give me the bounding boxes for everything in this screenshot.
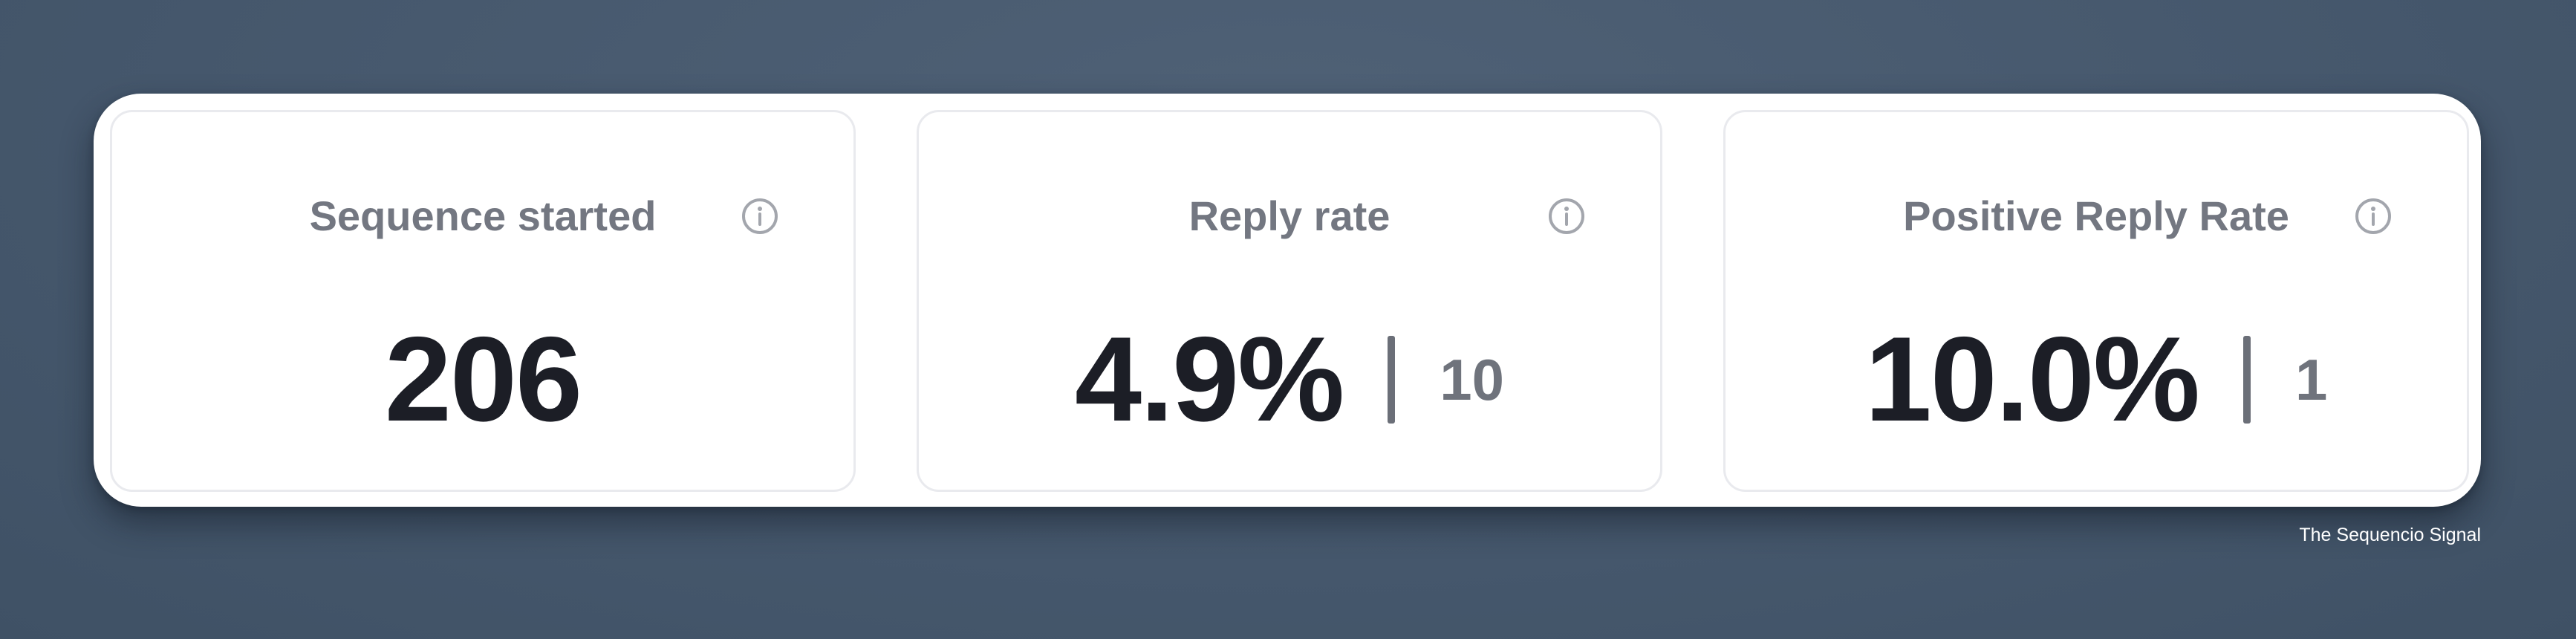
card-header: Sequence started [112, 186, 853, 246]
info-icon[interactable] [741, 197, 779, 236]
metric-value: 10.0% [1864, 312, 2200, 447]
card-header: Reply rate [919, 186, 1660, 246]
value-divider [2242, 336, 2251, 424]
metric-value: 206 [384, 312, 582, 447]
value-divider [1388, 336, 1396, 424]
card-value-row: 206 [112, 313, 853, 447]
metric-card-reply-rate: Reply rate 4.9% 10 [917, 110, 1662, 492]
info-icon[interactable] [2354, 197, 2393, 236]
card-value-row: 10.0% 1 [1726, 313, 2467, 447]
card-value-row: 4.9% 10 [919, 313, 1660, 447]
metrics-panel: Sequence started 206 Reply rate 4.9% 10 … [94, 94, 2481, 507]
metric-card-positive-reply-rate: Positive Reply Rate 10.0% 1 [1723, 110, 2469, 492]
metric-card-sequence-started: Sequence started 206 [110, 110, 856, 492]
card-header: Positive Reply Rate [1726, 186, 2467, 246]
metric-count: 1 [2294, 347, 2328, 412]
metric-value: 4.9% [1074, 312, 1344, 447]
info-icon[interactable] [1547, 197, 1586, 236]
metric-count: 10 [1440, 347, 1504, 412]
watermark: The Sequencio Signal [2299, 525, 2481, 545]
